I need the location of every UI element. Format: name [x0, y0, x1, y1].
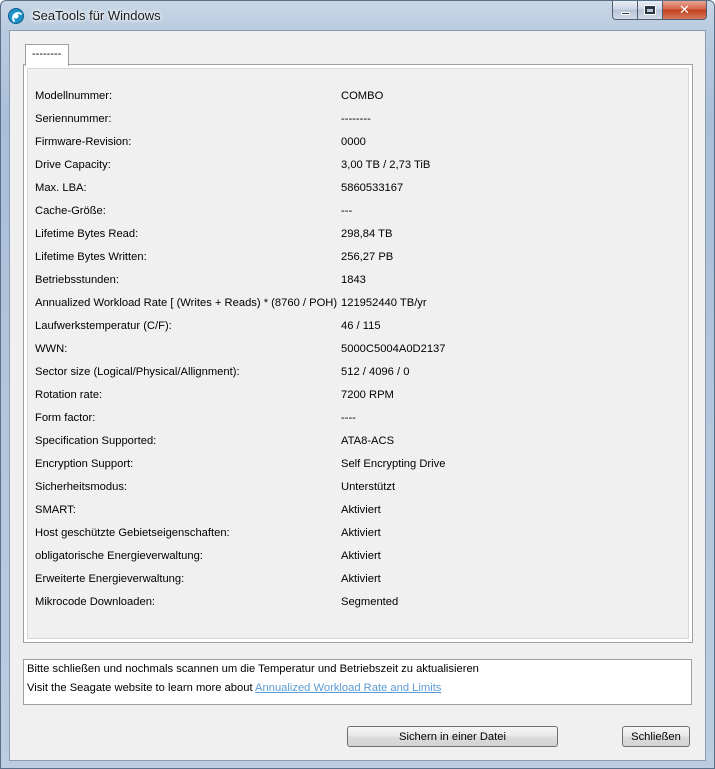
detail-label: Annualized Workload Rate [ (Writes + Rea… [35, 297, 338, 309]
detail-row: Firmware-Revision: 0000 [35, 136, 675, 152]
detail-row: Laufwerkstemperatur (C/F): 46 / 115 [35, 320, 675, 336]
detail-value: Segmented [341, 596, 399, 608]
maximize-icon [644, 5, 656, 15]
detail-value: -------- [341, 113, 371, 125]
detail-label: Host geschützte Gebietseigenschaften: [35, 527, 230, 539]
detail-label: Cache-Größe: [35, 205, 106, 217]
detail-value: 256,27 PB [341, 251, 394, 263]
workload-rate-link[interactable]: Annualized Workload Rate and Limits [255, 682, 441, 694]
detail-row: Drive Capacity: 3,00 TB / 2,73 TiB [35, 159, 675, 175]
close-icon: ✕ [679, 2, 690, 17]
detail-row: Mikrocode Downloaden: Segmented [35, 596, 675, 612]
detail-row: Sector size (Logical/Physical/Allignment… [35, 366, 675, 382]
detail-value: Unterstützt [341, 481, 396, 493]
detail-label: Drive Capacity: [35, 159, 111, 171]
detail-value: 46 / 115 [341, 320, 381, 332]
detail-label: Mikrocode Downloaden: [35, 596, 156, 608]
tab-panel: Modellnummer: COMBO Seriennummer: -------- F… [23, 64, 693, 643]
app-window: SeaTools für Windows ✕ -------- Modellnu… [0, 0, 715, 769]
detail-value: COMBO [341, 90, 384, 102]
detail-value: 298,84 TB [341, 228, 393, 240]
tab-drive[interactable]: -------- [25, 44, 69, 66]
detail-value: 121952440 TB/yr [341, 297, 427, 309]
detail-value: 3,00 TB / 2,73 TiB [341, 159, 431, 171]
detail-value: 5000C5004A0D2137 [341, 343, 446, 355]
window-title: SeaTools für Windows [32, 8, 161, 23]
detail-value: Aktiviert [341, 504, 381, 516]
detail-label: Lifetime Bytes Read: [35, 228, 139, 240]
detail-label: Betriebsstunden: [35, 274, 119, 286]
detail-value: 0000 [341, 136, 366, 148]
detail-value: Aktiviert [341, 573, 381, 585]
detail-row: Rotation rate: 7200 RPM [35, 389, 675, 405]
detail-label: Encryption Support: [35, 458, 134, 470]
detail-label: Specification Supported: [35, 435, 157, 447]
detail-row: Seriennummer: -------- [35, 113, 675, 129]
drive-details-panel: Modellnummer: COMBO Seriennummer: -------- F… [27, 68, 689, 639]
seatools-logo-icon [8, 8, 24, 24]
detail-row: Erweiterte Energieverwaltung: Aktiviert [35, 573, 675, 589]
detail-row: Betriebsstunden: 1843 [35, 274, 675, 290]
detail-row: Annualized Workload Rate [ (Writes + Rea… [35, 297, 675, 313]
detail-row: Lifetime Bytes Read: 298,84 TB [35, 228, 675, 244]
detail-value: 1843 [341, 274, 366, 286]
detail-label: Firmware-Revision: [35, 136, 132, 148]
detail-row: Host geschützte Gebietseigenschaften: Akt… [35, 527, 675, 543]
detail-value: 5860533167 [341, 182, 404, 194]
detail-value: Aktiviert [341, 527, 381, 539]
detail-value: 512 / 4096 / 0 [341, 366, 410, 378]
client-area: -------- Modellnummer: COMBO Seriennummer:… [9, 30, 706, 761]
minimize-button[interactable] [612, 1, 638, 20]
detail-value: ---- [341, 412, 356, 424]
seagate-info-text: Visit the Seagate website to learn more … [27, 682, 256, 694]
detail-row: Max. LBA: 5860533167 [35, 182, 675, 198]
detail-row: Cache-Größe: --- [35, 205, 675, 221]
caption-buttons: ✕ [612, 1, 707, 21]
detail-row: WWN: 5000C5004A0D2137 [35, 343, 675, 359]
info-box: Bitte schließen und nochmals scannen um … [23, 659, 692, 705]
detail-label: Max. LBA: [35, 182, 87, 194]
detail-row: obligatorische Energieverwaltung: Aktivie… [35, 550, 675, 566]
detail-row: Form factor: ---- [35, 412, 675, 428]
detail-row: Lifetime Bytes Written: 256,27 PB [35, 251, 675, 267]
detail-value: 7200 RPM [341, 389, 394, 401]
detail-row: Encryption Support: Self Encrypting Drive [35, 458, 675, 474]
rescan-hint: Bitte schließen und nochmals scannen um … [27, 663, 479, 675]
detail-row: Modellnummer: COMBO [35, 90, 675, 106]
detail-value: --- [341, 205, 353, 217]
detail-value: Aktiviert [341, 550, 381, 562]
maximize-button[interactable] [638, 1, 663, 20]
detail-label: Rotation rate: [35, 389, 103, 401]
detail-label: Laufwerkstemperatur (C/F): [35, 320, 172, 332]
detail-row: Specification Supported: ATA8-ACS [35, 435, 675, 451]
seagate-info-line: Visit the Seagate website to learn more … [27, 682, 441, 694]
detail-row: SMART: Aktiviert [35, 504, 675, 520]
detail-label: Sicherheitsmodus: [35, 481, 128, 493]
close-button[interactable]: Schließen [622, 726, 690, 747]
detail-value: Self Encrypting Drive [341, 458, 446, 470]
detail-label: Form factor: [35, 412, 96, 424]
detail-value: ATA8-ACS [341, 435, 395, 447]
detail-label: SMART: [35, 504, 76, 516]
detail-label: Modellnummer: [35, 90, 113, 102]
minimize-icon [620, 11, 630, 15]
save-to-file-button[interactable]: Sichern in einer Datei [347, 726, 558, 747]
detail-label: Seriennummer: [35, 113, 112, 125]
detail-label: obligatorische Energieverwaltung: [35, 550, 203, 562]
detail-row: Sicherheitsmodus: Unterstützt [35, 481, 675, 497]
detail-label: Sector size (Logical/Physical/Allignment… [35, 366, 240, 378]
close-window-button[interactable]: ✕ [663, 1, 707, 20]
detail-label: Lifetime Bytes Written: [35, 251, 147, 263]
detail-label: WWN: [35, 343, 68, 355]
detail-label: Erweiterte Energieverwaltung: [35, 573, 185, 585]
title-bar[interactable]: SeaTools für Windows ✕ [1, 1, 714, 29]
